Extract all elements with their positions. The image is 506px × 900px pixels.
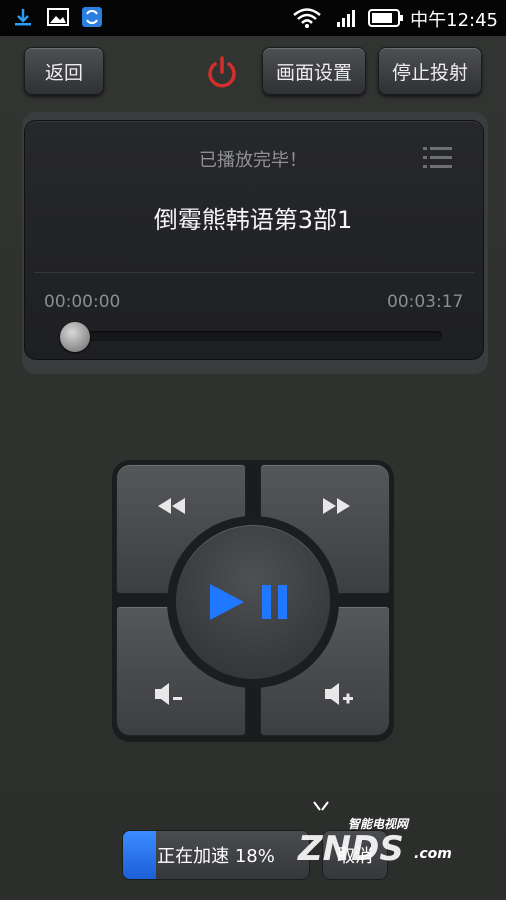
stop-cast-button[interactable]: 停止投射 — [378, 47, 482, 95]
download-icon — [15, 9, 31, 26]
volume-up-icon — [325, 683, 353, 705]
accelerate-progress: 正在加速 18% — [122, 830, 310, 880]
back-button[interactable]: 返回 — [24, 47, 104, 95]
play-pause-button[interactable] — [176, 525, 330, 679]
total-duration: 00:03:17 — [387, 292, 464, 312]
seek-thumb[interactable] — [60, 322, 90, 352]
signal-icon — [337, 10, 355, 27]
volume-down-icon — [155, 683, 182, 705]
panel-divider — [34, 272, 474, 273]
seek-bar[interactable] — [62, 331, 442, 341]
watermark-suffix: .com — [414, 846, 452, 862]
status-time: 中午12:45 — [410, 10, 498, 31]
watermark-brand: ZNDS — [297, 829, 404, 869]
wifi-icon — [293, 8, 321, 28]
app-notification-icon — [82, 7, 102, 27]
stop-cast-label: 停止投射 — [391, 61, 468, 84]
rewind-icon — [158, 498, 185, 514]
znds-watermark-logo: 智能电视网 ZNDS .com — [297, 801, 452, 869]
status-bar: 中午12:45 — [0, 0, 506, 36]
fast-forward-icon — [323, 498, 350, 514]
battery-icon — [368, 9, 403, 27]
accelerate-label: 正在加速 18% — [157, 846, 275, 867]
media-title: 倒霉熊韩语第3部1 — [153, 206, 353, 234]
power-icon[interactable] — [204, 55, 240, 91]
picture-settings-button[interactable]: 画面设置 — [262, 47, 366, 95]
image-icon — [47, 8, 69, 26]
picture-settings-label: 画面设置 — [275, 61, 352, 84]
play-pause-icon — [210, 584, 287, 620]
back-button-label: 返回 — [44, 61, 83, 84]
elapsed-time: 00:00:00 — [44, 292, 121, 312]
playlist-icon[interactable] — [421, 144, 455, 172]
